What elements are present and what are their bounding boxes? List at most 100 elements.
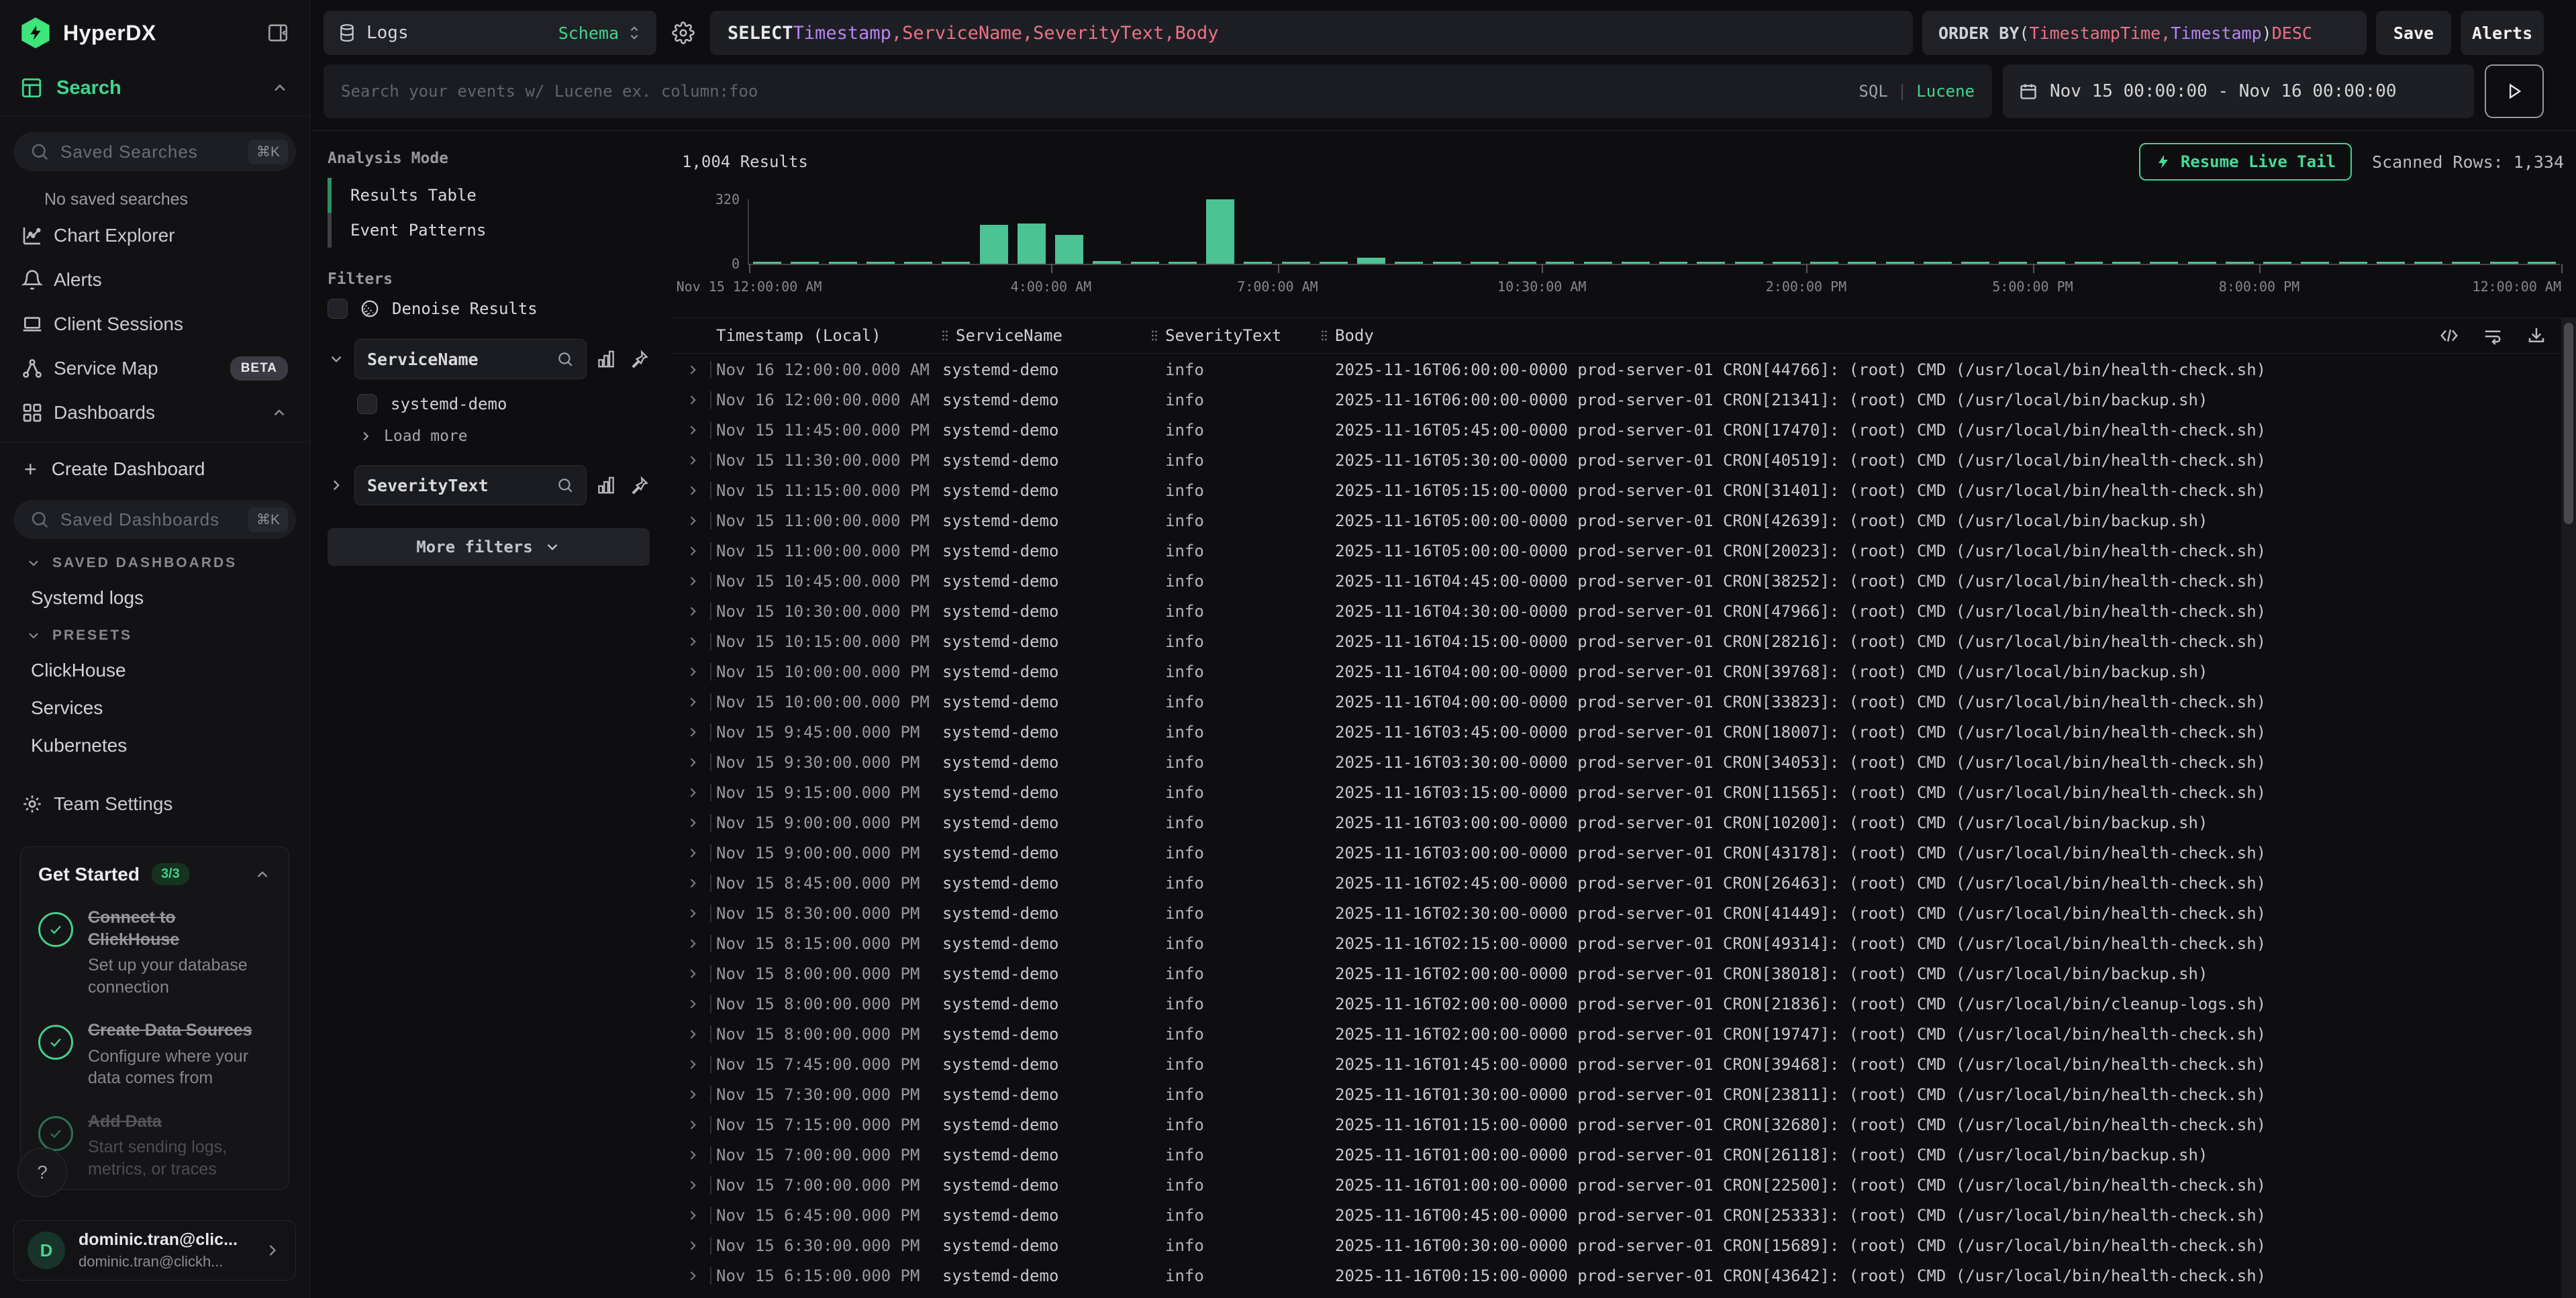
log-row[interactable]: Nov 15 10:00:00.000 PM systemd-demo info… [673,687,2576,717]
drag-handle-icon[interactable] [941,329,949,342]
log-row[interactable]: Nov 15 8:00:00.000 PM systemd-demo info … [673,1019,2576,1049]
expand-row-icon[interactable] [686,635,699,648]
denoise-checkbox[interactable] [328,299,348,319]
order-by-input[interactable]: ORDER BY (TimestampTime, Timestamp) DESC [1922,11,2367,55]
saved-dashboard-item[interactable]: Systemd logs [31,587,296,609]
log-row[interactable]: Nov 15 6:45:00.000 PM systemd-demo info … [673,1200,2576,1230]
histogram-bar[interactable] [1169,262,1197,264]
chevron-up-icon[interactable] [254,866,271,883]
log-row[interactable]: Nov 15 10:45:00.000 PM systemd-demo info… [673,566,2576,596]
expand-row-icon[interactable] [686,575,699,588]
log-row[interactable]: Nov 15 8:45:00.000 PM systemd-demo info … [673,868,2576,898]
servicename-value-label[interactable]: systemd-demo [391,395,507,413]
get-started-step-add-data[interactable]: Add Data Start sending logs, metrics, or… [38,1111,271,1181]
histogram-bar[interactable] [1244,262,1272,264]
expand-row-icon[interactable] [686,907,699,920]
vertical-scrollbar[interactable] [2561,317,2576,1298]
log-row[interactable]: Nov 15 9:00:00.000 PM systemd-demo info … [673,807,2576,838]
histogram-bar[interactable] [2263,262,2291,264]
histogram-bar[interactable] [1961,262,1989,264]
alerts-button[interactable]: Alerts [2461,11,2544,55]
chevron-right-icon[interactable] [328,477,345,494]
histogram-bar[interactable] [791,262,819,264]
preset-dashboard-item[interactable]: Kubernetes [31,735,296,756]
histogram-bar[interactable] [1508,262,1536,264]
histogram-bar[interactable] [2414,262,2442,264]
sidebar-item-team-settings[interactable]: Team Settings [13,782,296,826]
expand-row-icon[interactable] [686,514,699,528]
filter-group-servicename[interactable]: ServiceName [354,339,587,379]
histogram-bar[interactable] [1999,262,2027,264]
chart-icon[interactable] [596,349,616,369]
expand-row-icon[interactable] [686,544,699,558]
histogram-bar[interactable] [2226,262,2254,264]
log-row[interactable]: Nov 15 11:15:00.000 PM systemd-demo info… [673,475,2576,505]
column-header-severitytext[interactable]: SeverityText [1150,326,1320,345]
preset-dashboard-item[interactable]: ClickHouse [31,660,296,681]
expand-row-icon[interactable] [686,967,699,981]
log-row[interactable]: Nov 15 11:30:00.000 PM systemd-demo info… [673,445,2576,475]
log-row[interactable]: Nov 15 11:45:00.000 PM systemd-demo info… [673,415,2576,445]
log-row[interactable]: Nov 15 7:30:00.000 PM systemd-demo info … [673,1079,2576,1109]
date-range-picker[interactable]: Nov 15 00:00:00 - Nov 16 00:00:00 [2003,64,2474,118]
log-row[interactable]: Nov 15 8:15:00.000 PM systemd-demo info … [673,928,2576,958]
sidebar-item-search[interactable]: Search [0,63,309,116]
histogram-bar[interactable] [866,262,895,264]
histogram-bar[interactable] [2301,262,2329,264]
sidebar-item-dashboards[interactable]: Dashboards [13,391,296,435]
pin-icon[interactable] [630,475,650,495]
log-row[interactable]: Nov 15 6:15:00.000 PM systemd-demo info … [673,1260,2576,1291]
expand-row-icon[interactable] [686,997,699,1011]
saved-dashboards-section-header[interactable]: SAVED DASHBOARDS [26,555,296,571]
chevron-up-icon[interactable] [270,404,288,421]
log-row[interactable]: Nov 15 8:00:00.000 PM systemd-demo info … [673,989,2576,1019]
log-row[interactable]: Nov 16 12:00:00.000 AM systemd-demo info… [673,385,2576,415]
log-row[interactable]: Nov 15 7:15:00.000 PM systemd-demo info … [673,1109,2576,1140]
histogram-bar[interactable] [2112,262,2140,264]
column-header-servicename[interactable]: ServiceName [941,326,1150,345]
expand-row-icon[interactable] [686,1269,699,1283]
log-row[interactable]: Nov 15 7:00:00.000 PM systemd-demo info … [673,1140,2576,1170]
pin-icon[interactable] [630,349,650,369]
get-started-step-connect[interactable]: Connect to ClickHouse Set up your databa… [38,907,271,998]
histogram-bar[interactable] [1659,262,1687,264]
expand-row-icon[interactable] [686,756,699,769]
histogram-bar[interactable] [1584,262,1612,264]
histogram-bar[interactable] [1206,199,1234,264]
expand-row-icon[interactable] [686,363,699,377]
log-row[interactable]: Nov 15 6:30:00.000 PM systemd-demo info … [673,1230,2576,1260]
histogram-bar[interactable] [1735,262,1763,264]
histogram-bar[interactable] [2037,262,2065,264]
chart-icon[interactable] [596,475,616,495]
help-button[interactable]: ? [17,1148,67,1197]
log-row[interactable]: Nov 15 11:00:00.000 PM systemd-demo info… [673,536,2576,566]
search-icon[interactable] [556,477,574,494]
histogram-bar[interactable] [904,262,932,264]
expand-row-icon[interactable] [686,695,699,709]
log-row[interactable]: Nov 15 9:00:00.000 PM systemd-demo info … [673,838,2576,868]
expand-row-icon[interactable] [686,1209,699,1222]
lucene-toggle[interactable]: Lucene [1916,82,1975,101]
search-icon[interactable] [556,350,574,368]
histogram-bar[interactable] [829,262,857,264]
log-row[interactable]: Nov 15 11:00:00.000 PM systemd-demo info… [673,505,2576,536]
log-row[interactable]: Nov 15 8:30:00.000 PM systemd-demo info … [673,898,2576,928]
more-filters-button[interactable]: More filters [328,528,650,566]
saved-dashboards-input[interactable]: Saved Dashboards ⌘K [13,500,296,539]
expand-row-icon[interactable] [686,484,699,497]
column-header-body[interactable]: Body [1320,326,2576,346]
histogram-bar[interactable] [1131,262,1159,264]
histogram-bar[interactable] [2339,262,2367,264]
histogram-bar[interactable] [2188,262,2216,264]
sidebar-item-client-sessions[interactable]: Client Sessions [13,302,296,346]
log-row[interactable]: Nov 15 7:45:00.000 PM systemd-demo info … [673,1049,2576,1079]
histogram-bar[interactable] [1622,262,1650,264]
sidebar-item-alerts[interactable]: Alerts [13,258,296,302]
expand-row-icon[interactable] [686,393,699,407]
histogram-bar[interactable] [1924,262,1952,264]
expand-row-icon[interactable] [686,423,699,437]
code-view-icon[interactable] [2439,326,2459,346]
log-row[interactable]: Nov 15 8:00:00.000 PM systemd-demo info … [673,958,2576,989]
expand-row-icon[interactable] [686,1179,699,1192]
drag-handle-icon[interactable] [1320,329,1328,342]
